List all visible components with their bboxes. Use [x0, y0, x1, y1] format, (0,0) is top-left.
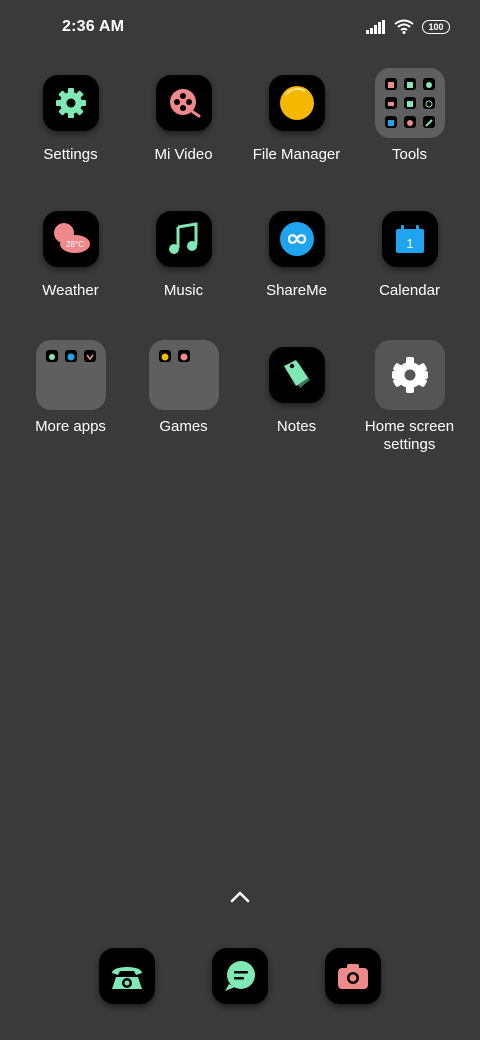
camera-icon[interactable] — [325, 948, 381, 1004]
app-label: Weather — [42, 282, 99, 299]
app-file-manager[interactable]: File Manager — [240, 68, 353, 164]
music-note-icon — [155, 211, 212, 267]
signal-icon — [366, 19, 385, 34]
app-music[interactable]: Music — [127, 204, 240, 300]
app-shareme[interactable]: ShareMe — [240, 204, 353, 300]
calendar-day: 1 — [406, 236, 413, 251]
messages-icon[interactable] — [212, 948, 268, 1004]
app-notes[interactable]: Notes — [240, 340, 353, 436]
games-folder-icon — [148, 340, 219, 410]
folder-tools[interactable]: Tools — [353, 68, 466, 164]
calendar-icon: 1 — [381, 211, 438, 267]
home-settings-gear-icon — [374, 340, 445, 410]
film-reel-icon — [155, 75, 212, 131]
app-label: Notes — [276, 418, 317, 435]
folder-games[interactable]: Games — [127, 340, 240, 436]
settings-gear-icon — [42, 75, 99, 131]
app-settings[interactable]: Settings — [14, 68, 127, 164]
tools-folder-icon — [374, 68, 445, 138]
app-label: ShareMe — [266, 282, 327, 299]
status-time: 2:36 AM — [62, 18, 125, 35]
shareme-infinity-icon — [268, 211, 325, 267]
app-label: Home screen settings — [364, 418, 455, 453]
app-label: More apps — [35, 418, 106, 435]
more-apps-folder-icon — [35, 340, 106, 410]
chevron-up-icon[interactable] — [229, 890, 251, 904]
folder-circle-icon — [268, 75, 325, 131]
app-home-screen-settings[interactable]: Home screen settings — [353, 340, 466, 454]
phone-icon[interactable] — [99, 948, 155, 1004]
app-mi-video[interactable]: Mi Video — [127, 68, 240, 164]
status-icons: 100 — [366, 19, 450, 34]
app-label: Music — [163, 282, 204, 299]
weather-temp: 28°C — [66, 240, 84, 249]
app-calendar[interactable]: 1 Calendar — [353, 204, 466, 300]
weather-cloud-icon: 28°C — [42, 211, 99, 267]
app-label: Mi Video — [154, 146, 213, 163]
dock — [0, 946, 480, 1006]
app-label: Tools — [391, 146, 428, 163]
app-label: Games — [159, 418, 208, 435]
battery-indicator: 100 — [422, 19, 450, 34]
app-label: Settings — [43, 146, 98, 163]
status-bar: 2:36 AM 100 — [0, 0, 480, 56]
folder-more-apps[interactable]: More apps — [14, 340, 127, 436]
wifi-icon — [394, 19, 414, 34]
app-weather[interactable]: 28°C Weather — [14, 204, 127, 300]
app-label: Calendar — [379, 282, 440, 299]
notes-tag-icon — [268, 347, 325, 403]
app-label: File Manager — [252, 146, 341, 163]
